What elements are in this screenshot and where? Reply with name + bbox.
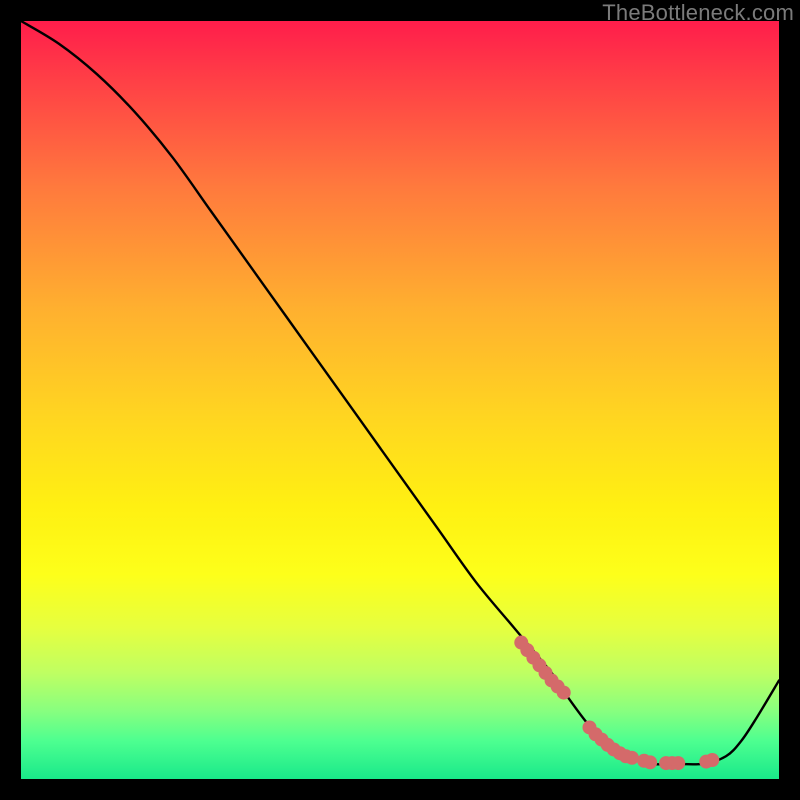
marker-dot [557, 686, 571, 700]
curve-path-group [21, 21, 779, 764]
watermark-text: TheBottleneck.com [602, 0, 794, 26]
marker-dot [625, 751, 639, 765]
chart-svg [21, 21, 779, 779]
markers-group [514, 636, 719, 771]
plot-area [21, 21, 779, 779]
marker-dot [671, 756, 685, 770]
marker-dot [705, 753, 719, 767]
curve-path [21, 21, 779, 764]
chart-frame: TheBottleneck.com [0, 0, 800, 800]
marker-dot [643, 755, 657, 769]
